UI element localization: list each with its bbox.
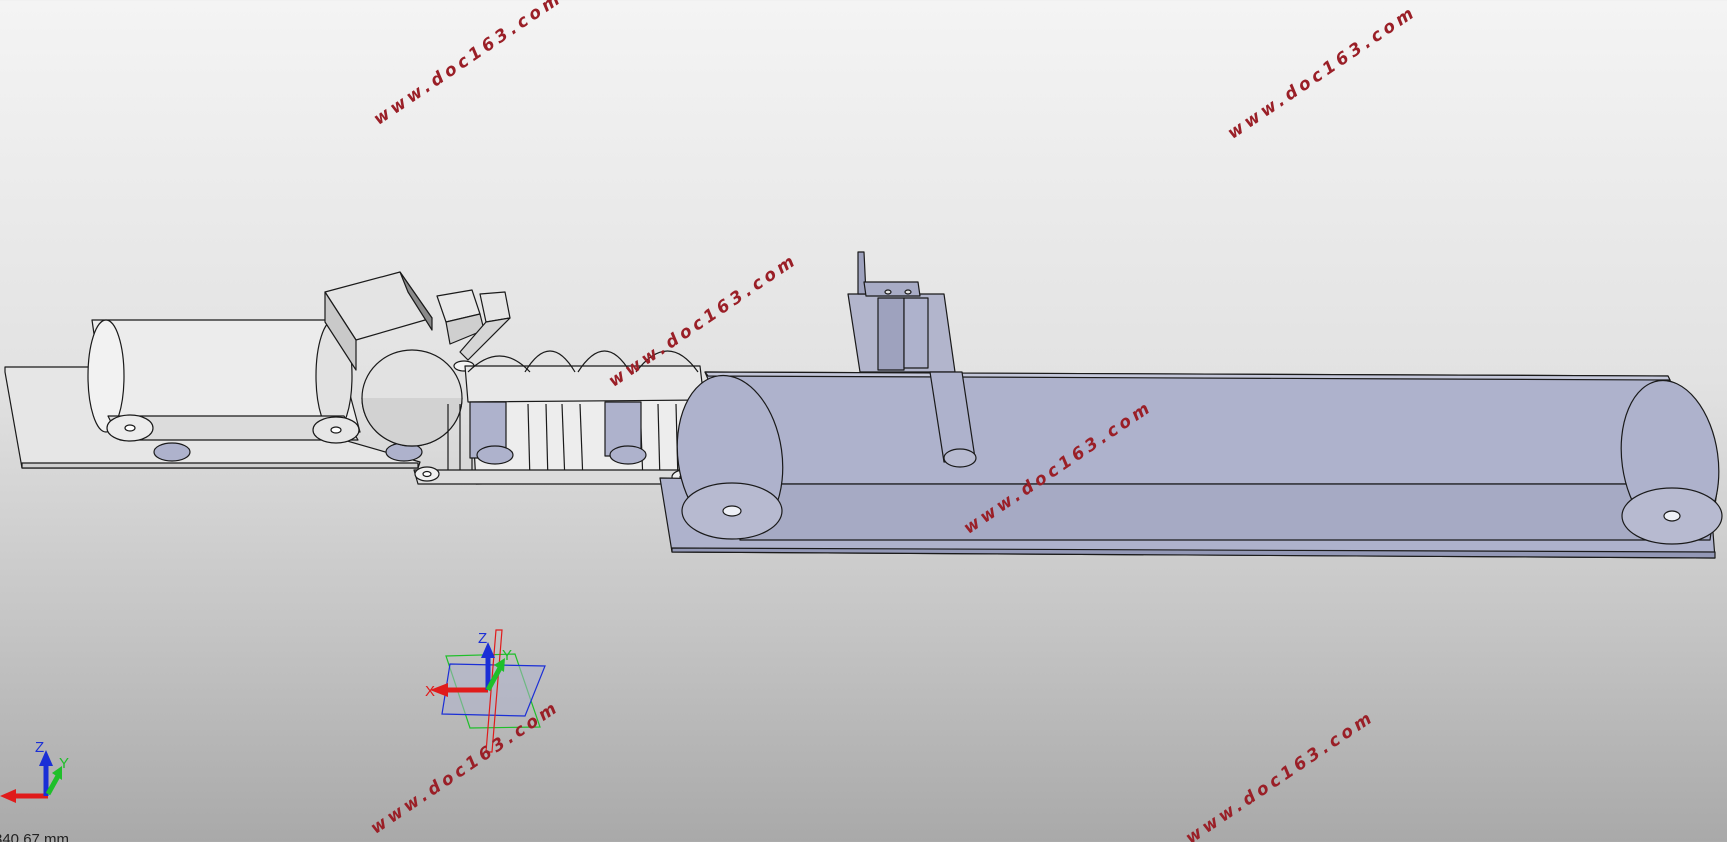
corner-orientation-triad[interactable]: Z Y X [0, 739, 69, 803]
scale-readout: 340.67 mm [0, 831, 70, 842]
triad-z-label: Z [478, 630, 487, 647]
3d-viewport[interactable]: X Z Y Z Y X www.doc163.com www.doc163.co… [0, 0, 1727, 842]
triad-y-label: Y [502, 647, 512, 664]
sensor-bracket[interactable] [847, 251, 956, 373]
corner-z-label: Z [35, 739, 44, 756]
model-drawing[interactable]: X Z Y Z Y X [0, 0, 1727, 842]
corner-y-label: Y [59, 755, 69, 772]
triad-x-label: X [425, 683, 435, 700]
main-conveyor-belt[interactable] [667, 369, 1727, 546]
